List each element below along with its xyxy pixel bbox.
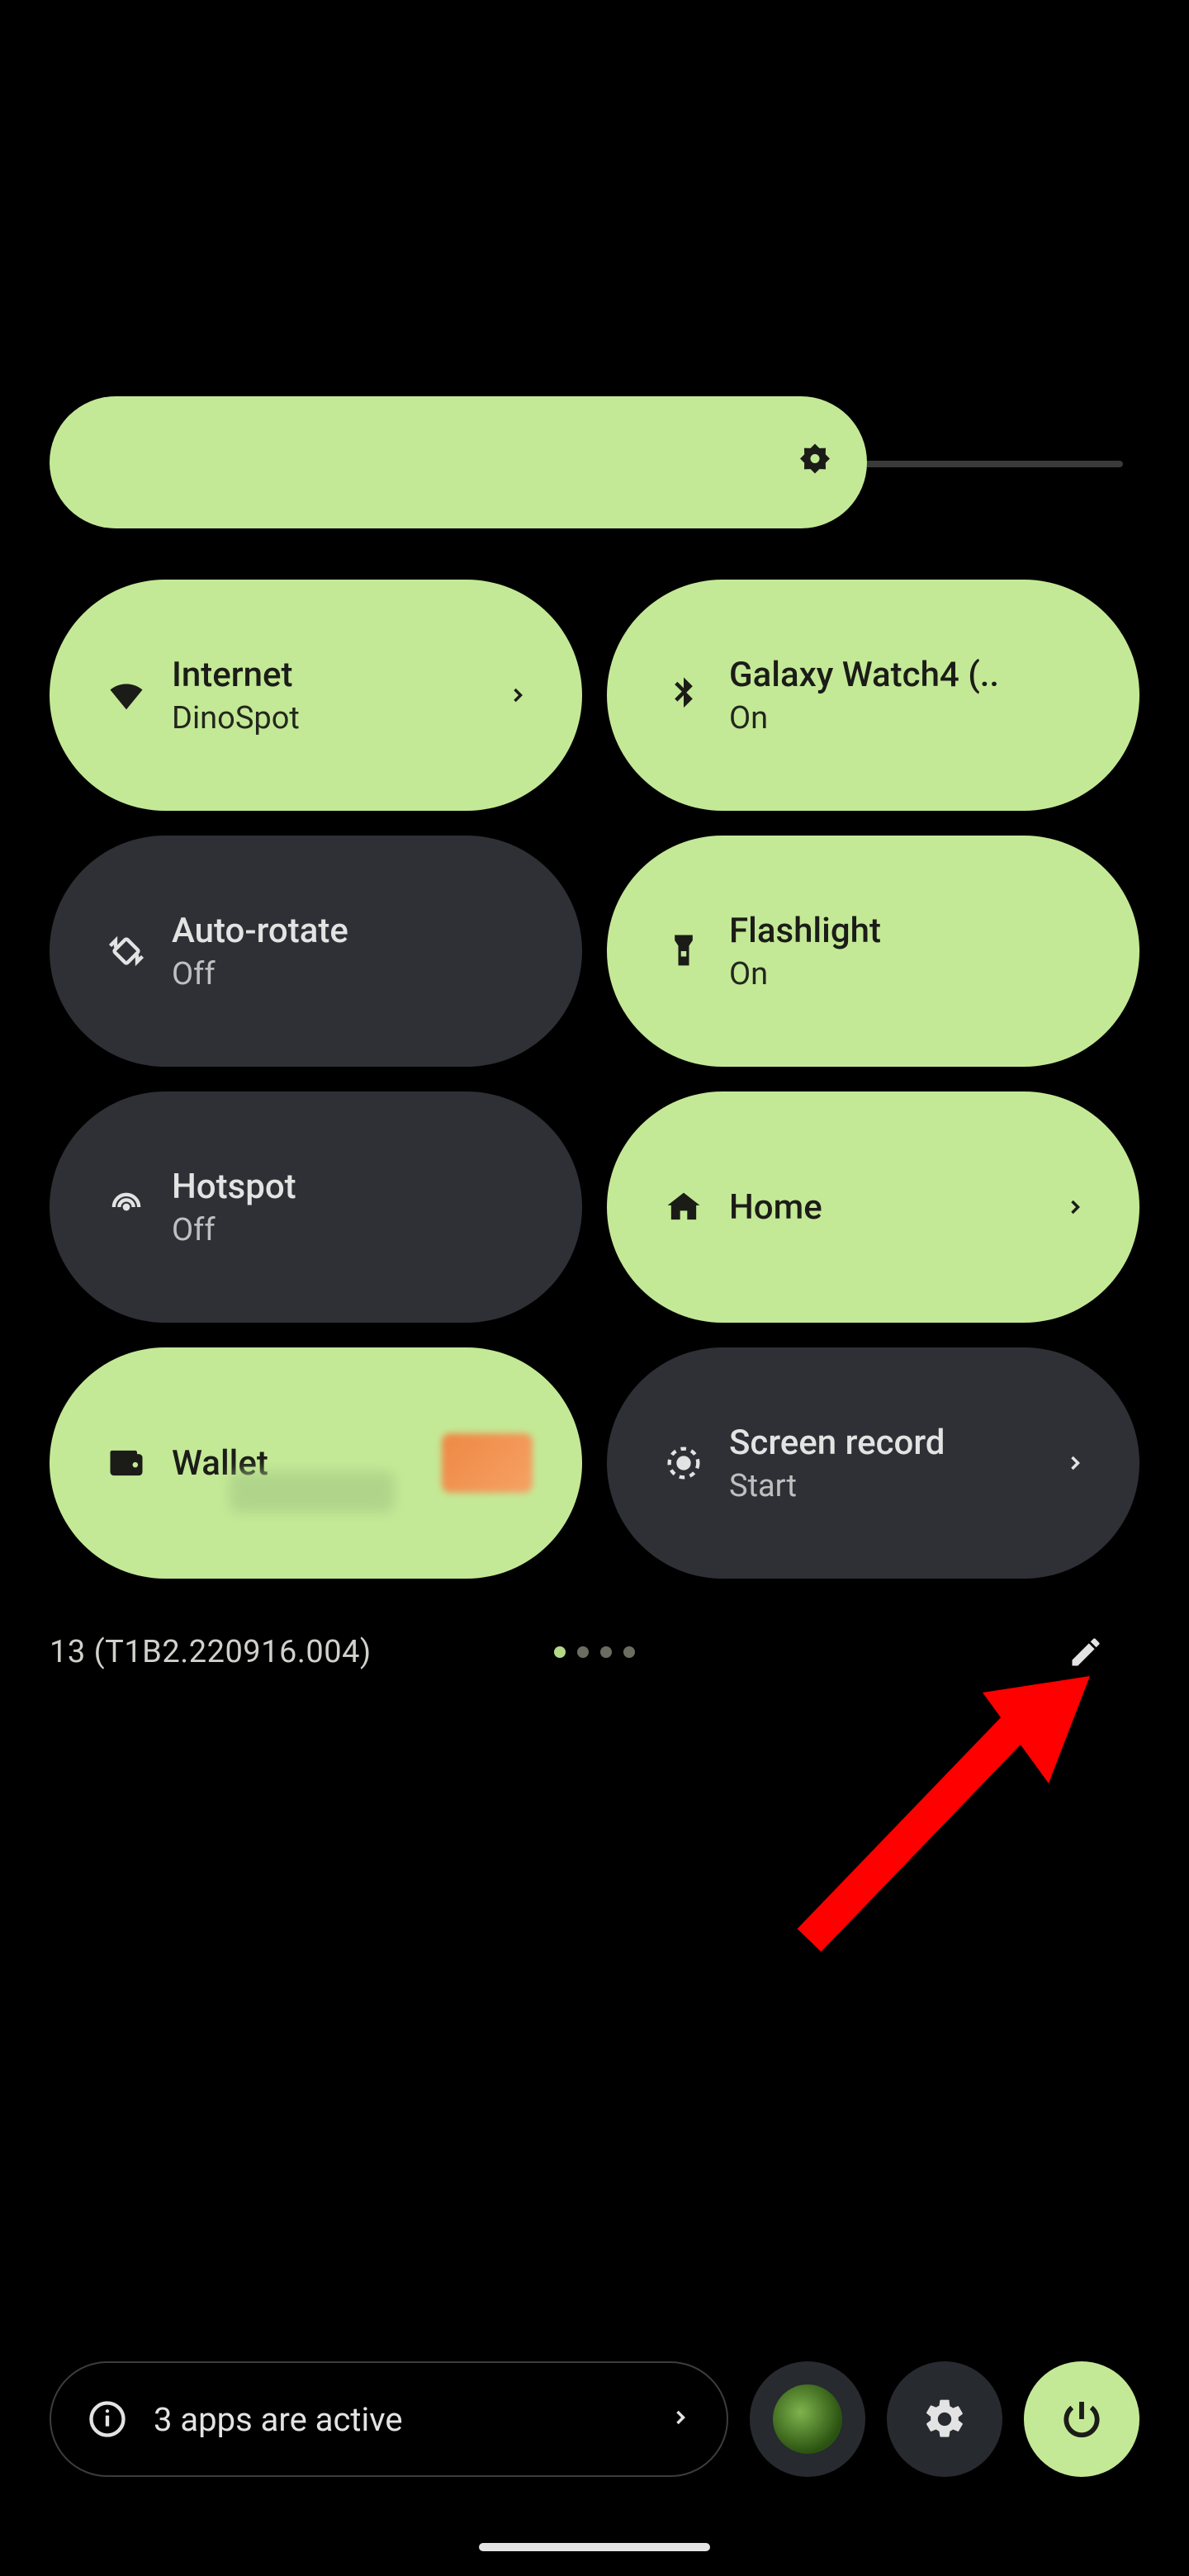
tile-subtitle: Start — [729, 1468, 1050, 1504]
tile-title: Internet — [172, 655, 493, 695]
wallet-icon — [89, 1442, 163, 1485]
tile-title: Hotspot — [172, 1167, 542, 1207]
tile-subtitle: Off — [172, 1212, 542, 1248]
tile-home[interactable]: Home — [607, 1091, 1139, 1323]
tile-subtitle: On — [729, 956, 1100, 992]
pencil-icon — [1068, 1634, 1104, 1670]
chevron-right-icon[interactable] — [1050, 1196, 1100, 1219]
tile-title: Auto-rotate — [172, 911, 542, 951]
power-button[interactable] — [1024, 2361, 1139, 2477]
tile-title: Galaxy Watch4 (.. — [729, 655, 1100, 695]
tile-bluetooth[interactable]: Galaxy Watch4 (.. On — [607, 580, 1139, 811]
chevron-right-icon[interactable] — [493, 684, 542, 707]
power-icon — [1059, 2396, 1105, 2442]
brightness-icon — [793, 440, 837, 485]
tile-subtitle: DinoSpot — [172, 700, 493, 736]
gesture-navigation-bar[interactable] — [479, 2543, 710, 2551]
screenrecord-icon — [647, 1442, 721, 1485]
gear-icon — [921, 2396, 968, 2442]
bluetooth-icon — [647, 674, 721, 717]
chevron-right-icon[interactable] — [1050, 1451, 1100, 1475]
tile-hotspot[interactable]: Hotspot Off — [50, 1091, 582, 1323]
brightness-fill[interactable] — [50, 396, 867, 528]
wallet-card-thumbnail — [442, 1433, 533, 1493]
tile-wallet[interactable]: Wallet — [50, 1347, 582, 1579]
active-apps-button[interactable]: 3 apps are active — [50, 2361, 728, 2477]
tile-internet[interactable]: Internet DinoSpot — [50, 580, 582, 811]
settings-button[interactable] — [887, 2361, 1002, 2477]
tile-flashlight[interactable]: Flashlight On — [607, 836, 1139, 1067]
flashlight-icon — [647, 930, 721, 973]
home-icon — [647, 1186, 721, 1229]
info-icon — [86, 2398, 129, 2441]
avatar-image — [773, 2384, 842, 2454]
tile-title: Home — [729, 1187, 1050, 1228]
active-apps-label: 3 apps are active — [154, 2400, 669, 2439]
tile-title: Flashlight — [729, 911, 1100, 951]
build-version-text: 13 (T1B2.220916.004) — [50, 1634, 372, 1670]
tile-screenrecord[interactable]: Screen record Start — [607, 1347, 1139, 1579]
tile-subtitle: On — [729, 700, 1100, 736]
tile-autorotate[interactable]: Auto-rotate Off — [50, 836, 582, 1067]
hotspot-icon — [89, 1186, 163, 1229]
annotation-arrow — [760, 1676, 1090, 1973]
wifi-icon — [89, 674, 163, 717]
tile-subtitle: Off — [172, 956, 542, 992]
page-indicator — [554, 1646, 635, 1658]
tile-title: Screen record — [729, 1423, 1050, 1463]
wallet-redacted-text — [230, 1471, 395, 1513]
autorotate-icon — [89, 930, 163, 973]
edit-tiles-button[interactable] — [1057, 1623, 1115, 1681]
user-avatar-button[interactable] — [750, 2361, 865, 2477]
brightness-slider[interactable] — [50, 396, 1139, 528]
chevron-right-icon — [669, 2406, 692, 2432]
